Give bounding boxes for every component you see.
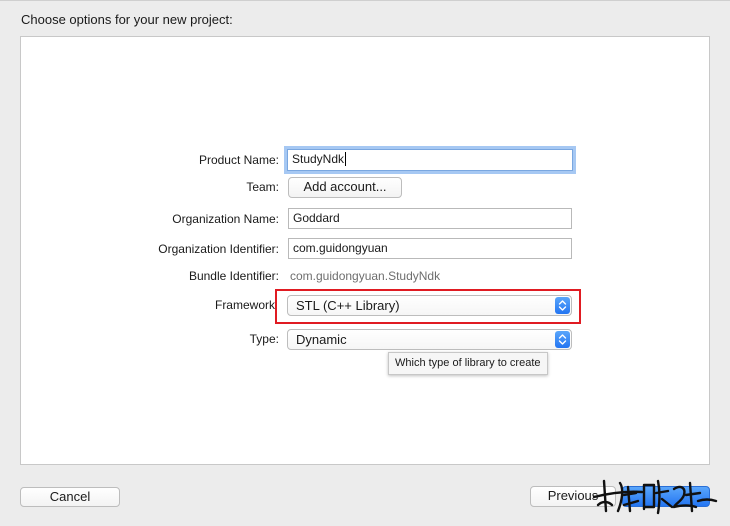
handwritten-signature-watermark: [592, 479, 718, 515]
type-popup[interactable]: Dynamic: [287, 329, 572, 350]
chevron-up-down-icon[interactable]: [555, 331, 570, 348]
framework-label: Framework: [214, 298, 275, 312]
type-tooltip: Which type of library to create: [388, 352, 548, 375]
team-label: Team:: [246, 180, 279, 194]
product-name-field[interactable]: StudyNdk: [287, 149, 573, 171]
product-name-value: StudyNdk: [292, 152, 345, 166]
organization-name-field[interactable]: Goddard: [288, 208, 572, 229]
new-project-options-window: Choose options for your new project: Pro…: [0, 0, 730, 526]
organization-name-label: Organization Name:: [172, 212, 279, 226]
framework-annotation-box: [275, 289, 581, 324]
bundle-identifier-label: Bundle Identifier:: [188, 269, 279, 283]
add-account-button[interactable]: Add account...: [288, 177, 402, 198]
type-selected-value: Dynamic: [296, 332, 347, 347]
type-label: Type:: [249, 332, 279, 346]
product-name-label: Product Name:: [198, 153, 279, 167]
dialog-heading: Choose options for your new project:: [21, 12, 233, 27]
organization-identifier-label: Organization Identifier:: [158, 242, 279, 256]
cancel-button[interactable]: Cancel: [20, 487, 120, 507]
text-caret: [345, 152, 347, 166]
organization-identifier-field[interactable]: com.guidongyuan: [288, 238, 572, 259]
bundle-identifier-value: com.guidongyuan.StudyNdk: [290, 269, 441, 283]
